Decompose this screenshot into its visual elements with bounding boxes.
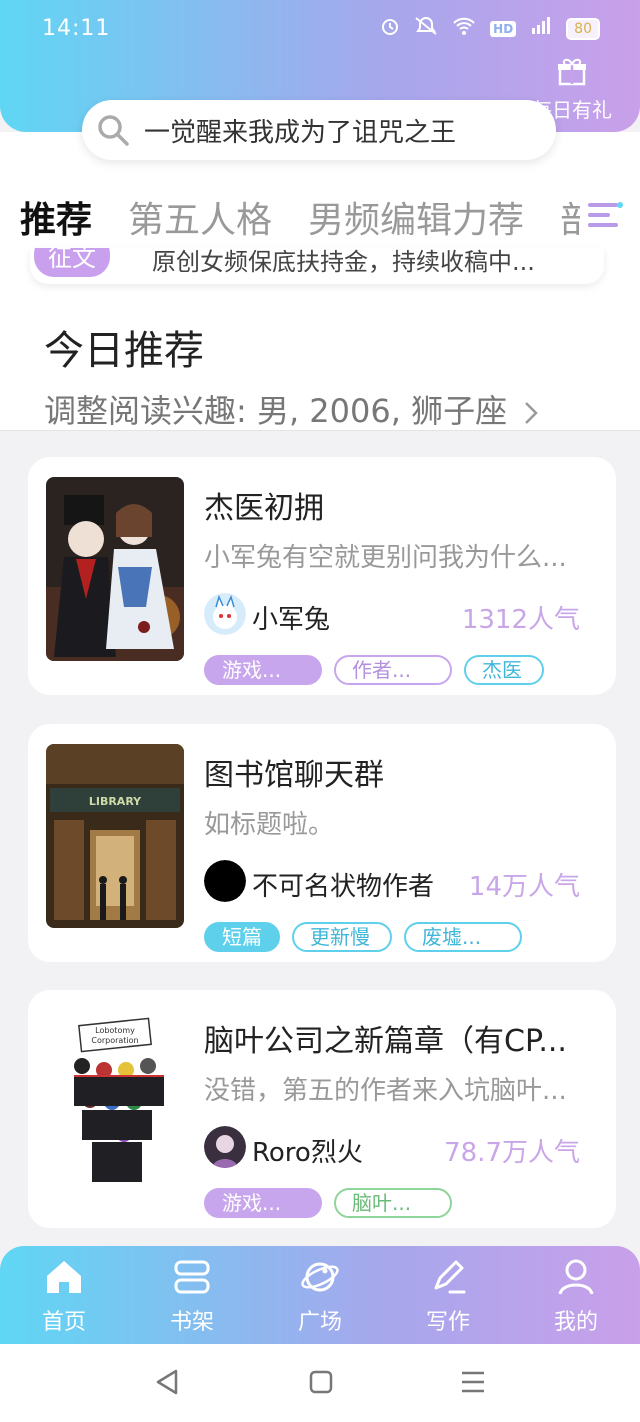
svg-text:LIBRARY: LIBRARY bbox=[89, 795, 142, 808]
planet-icon bbox=[301, 1262, 339, 1292]
chevron-right-icon bbox=[525, 402, 539, 424]
search-input[interactable]: 一觉醒来我成为了诅咒之王 bbox=[82, 100, 556, 160]
tab-menu-button[interactable] bbox=[580, 194, 640, 240]
popularity-count: 78.7万人气 bbox=[444, 1138, 580, 1168]
avatar[interactable] bbox=[204, 1126, 246, 1168]
tag[interactable]: 游戏... bbox=[204, 655, 322, 685]
book-card[interactable]: 杰医初拥 小军兔有空就更别问我为什么... 小军兔 1312人气 游戏... 作… bbox=[28, 457, 616, 695]
bookshelf-icon bbox=[174, 1260, 210, 1294]
nav-plaza[interactable]: 广场 bbox=[270, 1258, 370, 1336]
bottom-nav: 首页 书架 广场 写作 我的 bbox=[0, 1246, 640, 1344]
tag[interactable]: 脑叶... bbox=[334, 1188, 452, 1218]
avatar[interactable] bbox=[204, 860, 246, 902]
home-icon bbox=[47, 1261, 81, 1293]
home-square-icon[interactable] bbox=[308, 1368, 334, 1400]
tag[interactable]: 废墟... bbox=[404, 922, 522, 952]
tab-male-editor-picks[interactable]: 男频编辑力荐 bbox=[308, 191, 524, 243]
tag[interactable]: 游戏... bbox=[204, 1188, 322, 1218]
status-bar: 14:11 HD 80 bbox=[0, 0, 640, 56]
book-description: 小军兔有空就更别问我为什么... bbox=[204, 543, 567, 573]
popularity-count: 1312人气 bbox=[461, 605, 580, 635]
search-placeholder: 一觉醒来我成为了诅咒之王 bbox=[144, 117, 457, 148]
book-cover: Lobotomy Corporation bbox=[46, 1010, 184, 1194]
book-cover: LIBRARY bbox=[46, 744, 184, 928]
divider bbox=[0, 430, 640, 431]
tag[interactable]: 更新慢 bbox=[292, 922, 392, 952]
reading-interest-text: 调整阅读兴趣: 男, 2006, 狮子座 bbox=[44, 392, 508, 430]
status-icons: HD 80 bbox=[380, 16, 600, 41]
banner-text: 原创女频保底扶持金，持续收稿中... bbox=[152, 248, 535, 276]
author-name[interactable]: 小军兔 bbox=[252, 599, 330, 636]
book-description: 没错，第五的作者来入坑脑叶... bbox=[204, 1076, 567, 1106]
tag[interactable]: 杰医 bbox=[464, 655, 544, 685]
nav-label: 书架 bbox=[169, 1310, 214, 1335]
book-title[interactable]: 杰医初拥 bbox=[204, 483, 594, 527]
nav-home[interactable]: 首页 bbox=[14, 1258, 114, 1336]
popularity-count: 14万人气 bbox=[468, 872, 580, 902]
section-title: 今日推荐 bbox=[44, 328, 204, 374]
tag[interactable]: 作者... bbox=[334, 655, 452, 685]
book-card[interactable]: LIBRARY 图书馆聊天群 如标题啦。 不可名状物作者 14万人气 短篇 更新… bbox=[28, 724, 616, 962]
mute-icon bbox=[414, 16, 438, 41]
status-time: 14:11 bbox=[42, 16, 111, 41]
book-title[interactable]: 脑叶公司之新篇章（有CP... bbox=[204, 1016, 594, 1060]
hd-icon: HD bbox=[490, 20, 517, 37]
category-tabs: 推荐 第五人格 男频编辑力荐 部 bbox=[0, 188, 640, 246]
gift-icon bbox=[558, 58, 586, 86]
reading-interest-link[interactable]: 调整阅读兴趣: 男, 2006, 狮子座 bbox=[44, 386, 539, 432]
alarm-icon bbox=[380, 16, 400, 41]
nav-bookshelf[interactable]: 书架 bbox=[142, 1258, 242, 1336]
nav-write[interactable]: 写作 bbox=[398, 1258, 498, 1336]
tab-recommend[interactable]: 推荐 bbox=[20, 191, 92, 243]
menu-icon bbox=[588, 202, 623, 227]
nav-label: 首页 bbox=[41, 1310, 86, 1335]
author-name[interactable]: Roro烈火 bbox=[252, 1132, 363, 1169]
book-title[interactable]: 图书馆聊天群 bbox=[204, 750, 594, 794]
signal-icon bbox=[530, 16, 552, 41]
tab-identity-v[interactable]: 第五人格 bbox=[128, 191, 272, 243]
nav-profile[interactable]: 我的 bbox=[526, 1258, 626, 1336]
book-description: 如标题啦。 bbox=[204, 810, 335, 840]
book-card[interactable]: Lobotomy Corporation 脑叶公司之新篇章（有CP... 没错，… bbox=[28, 990, 616, 1228]
svg-text:Corporation: Corporation bbox=[91, 1036, 138, 1045]
nav-label: 写作 bbox=[425, 1310, 470, 1335]
battery-icon: 80 bbox=[566, 17, 600, 40]
back-icon[interactable] bbox=[154, 1368, 180, 1400]
tag[interactable]: 短篇 bbox=[204, 922, 280, 952]
author-name[interactable]: 不可名状物作者 bbox=[252, 866, 434, 903]
promo-banner[interactable]: 征文 原创女频保底扶持金，持续收稿中... bbox=[30, 248, 604, 284]
book-cover bbox=[46, 477, 184, 661]
nav-label: 广场 bbox=[297, 1310, 342, 1335]
wifi-icon bbox=[452, 16, 476, 41]
system-nav-bar bbox=[0, 1344, 640, 1422]
search-icon bbox=[98, 115, 129, 146]
recent-apps-icon[interactable] bbox=[460, 1368, 486, 1400]
avatar[interactable] bbox=[204, 593, 246, 635]
pen-icon bbox=[434, 1260, 466, 1294]
nav-label: 我的 bbox=[553, 1310, 598, 1335]
banner-badge: 征文 bbox=[34, 248, 110, 277]
svg-text:Lobotomy: Lobotomy bbox=[95, 1026, 135, 1035]
user-icon bbox=[558, 1259, 594, 1295]
